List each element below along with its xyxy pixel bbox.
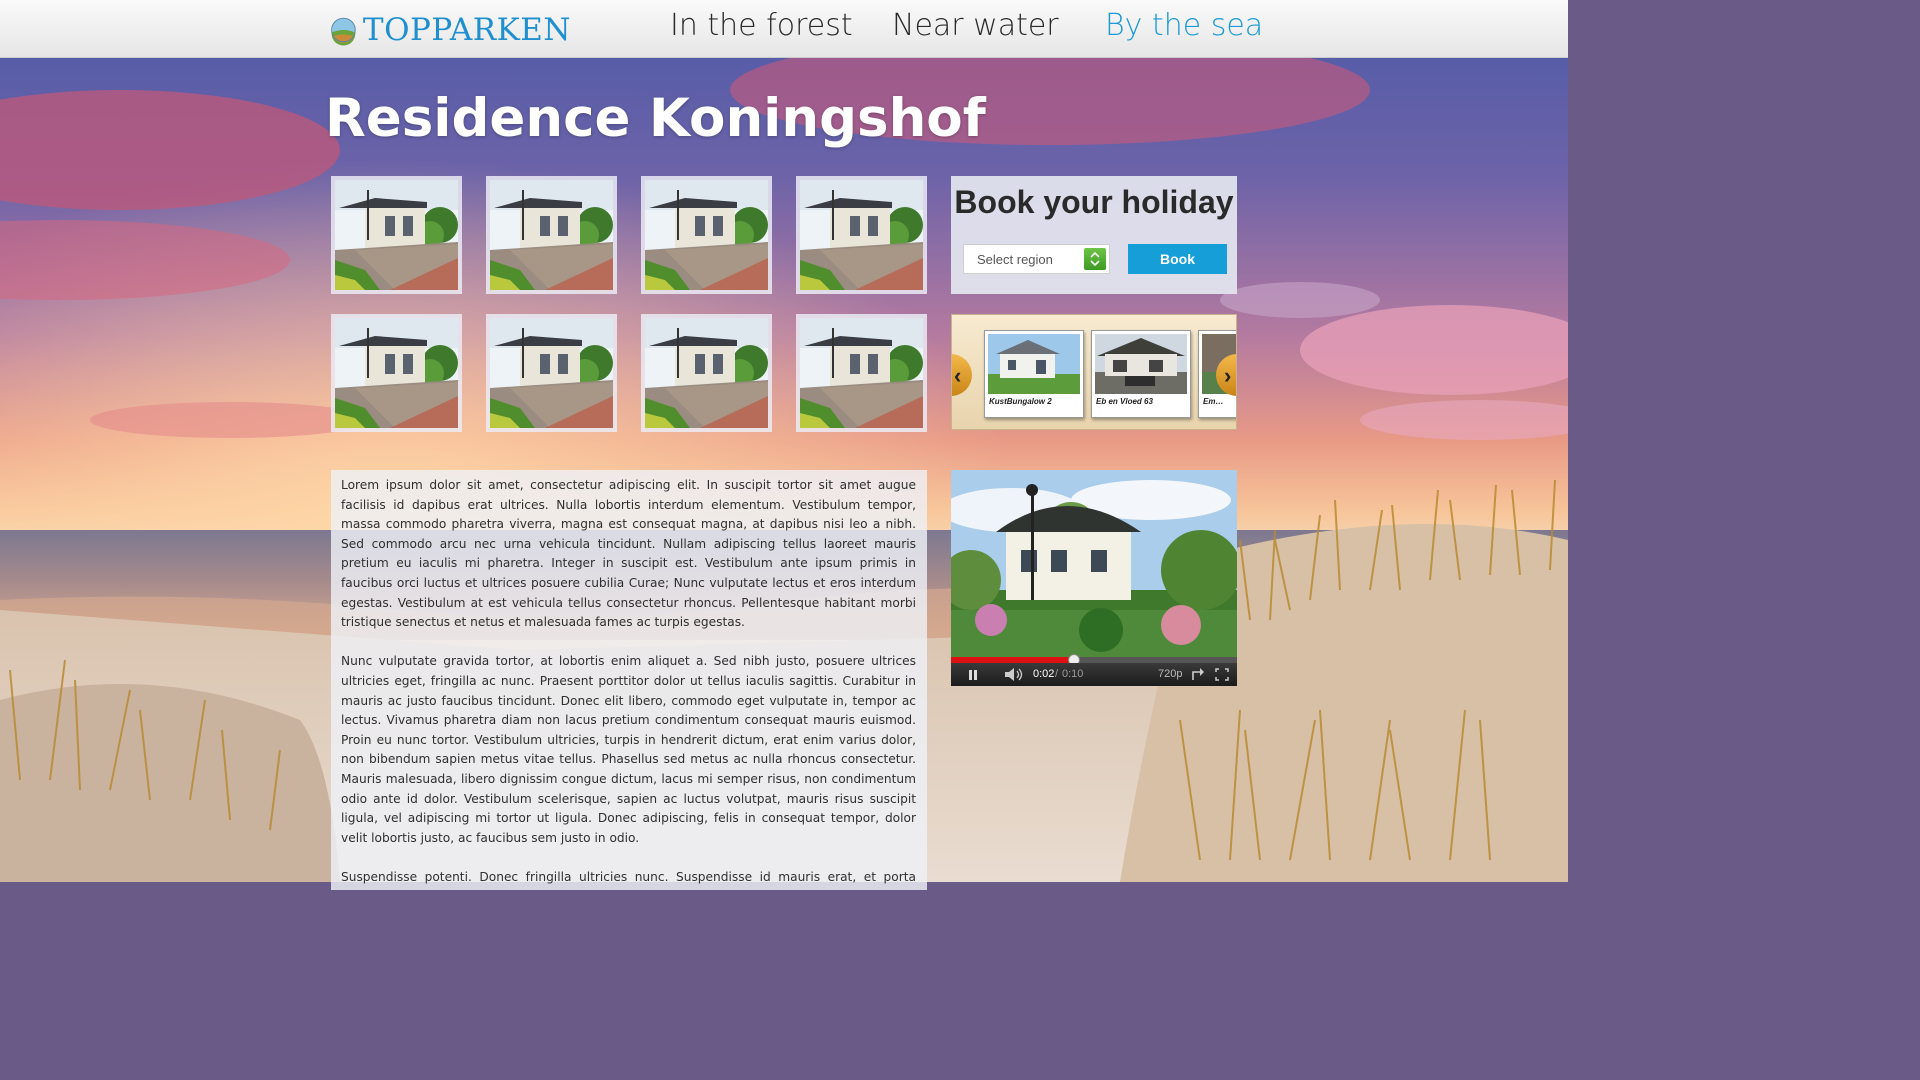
description-paragraph: Suspendisse potenti. Donec fringilla ult…	[341, 869, 916, 890]
carousel-caption: Eb en Vloed 63	[1096, 397, 1153, 406]
gallery-thumbnail[interactable]	[331, 176, 462, 294]
nav-item-sea[interactable]: By the sea	[1105, 8, 1263, 43]
share-arrow-icon[interactable]	[1191, 663, 1205, 686]
bungalow-photo	[800, 180, 923, 290]
description-paragraph: Nunc vulputate gravida tortor, at lobort…	[341, 654, 916, 845]
gallery-thumbnail[interactable]	[641, 314, 772, 432]
site-logo[interactable]: TOPPARKEN	[331, 10, 571, 50]
nav-item-water[interactable]: Near water	[892, 8, 1059, 43]
booking-title: Book your holiday	[954, 184, 1234, 220]
video-controls: 0:02 / 0:10 720p	[951, 663, 1237, 686]
fullscreen-icon[interactable]	[1215, 663, 1229, 686]
bungalow-photo	[645, 318, 768, 428]
gallery-thumbnail[interactable]	[486, 176, 617, 294]
carousel-caption: Em…	[1203, 397, 1224, 406]
carousel-item[interactable]: Eb en Vloed 63	[1091, 330, 1191, 418]
carousel-prev-button[interactable]: ‹	[952, 354, 972, 396]
video-current-time: 0:02	[1033, 668, 1055, 680]
logo-text: TOPPARKEN	[362, 12, 571, 48]
pause-icon[interactable]	[967, 663, 979, 686]
site-header: TOPPARKEN In the forest Near water By th…	[0, 0, 1568, 58]
chevron-right-icon: ›	[1224, 363, 1232, 388]
booking-widget: Book your holiday Select region Book	[951, 176, 1237, 294]
video-frame[interactable]	[951, 470, 1237, 658]
bungalow-photo	[988, 334, 1080, 394]
gallery-thumbnail[interactable]	[486, 314, 617, 432]
bungalow-photo	[800, 318, 923, 428]
nav-item-forest[interactable]: In the forest	[670, 8, 853, 43]
video-quality[interactable]: 720p	[1158, 663, 1182, 686]
bungalow-photo	[335, 318, 458, 428]
region-select[interactable]: Select region	[963, 244, 1110, 274]
bungalow-photo	[490, 318, 613, 428]
park-carousel: KustBungalow 2 Eb en Vloed 63 Em… ‹ ›	[951, 314, 1237, 430]
speaker-icon[interactable]	[1003, 663, 1025, 686]
gallery-thumbnail[interactable]	[641, 176, 772, 294]
video-duration: 0:10	[1062, 668, 1084, 680]
bungalow-photo	[645, 180, 768, 290]
updown-arrows-icon	[1084, 248, 1106, 270]
page-title: Residence Koningshof	[325, 88, 986, 149]
chevron-left-icon: ‹	[954, 363, 962, 388]
book-button[interactable]: Book	[1128, 244, 1227, 274]
gallery-thumbnail[interactable]	[796, 176, 927, 294]
bungalow-photo	[335, 180, 458, 290]
video-player: 0:02 / 0:10 720p	[951, 470, 1237, 686]
region-select-value: Select region	[977, 252, 1053, 267]
description-paragraph: Lorem ipsum dolor sit amet, consectetur …	[341, 478, 916, 630]
globe-landscape-icon	[331, 17, 356, 46]
gallery-thumbnail[interactable]	[331, 314, 462, 432]
carousel-caption: KustBungalow 2	[989, 397, 1052, 406]
gallery-thumbnail[interactable]	[796, 314, 927, 432]
park-description: Lorem ipsum dolor sit amet, consectetur …	[331, 470, 927, 890]
video-time-separator: /	[1055, 668, 1059, 680]
carousel-item[interactable]: KustBungalow 2	[984, 330, 1084, 418]
bungalow-photo	[490, 180, 613, 290]
bungalow-photo	[1095, 334, 1187, 394]
